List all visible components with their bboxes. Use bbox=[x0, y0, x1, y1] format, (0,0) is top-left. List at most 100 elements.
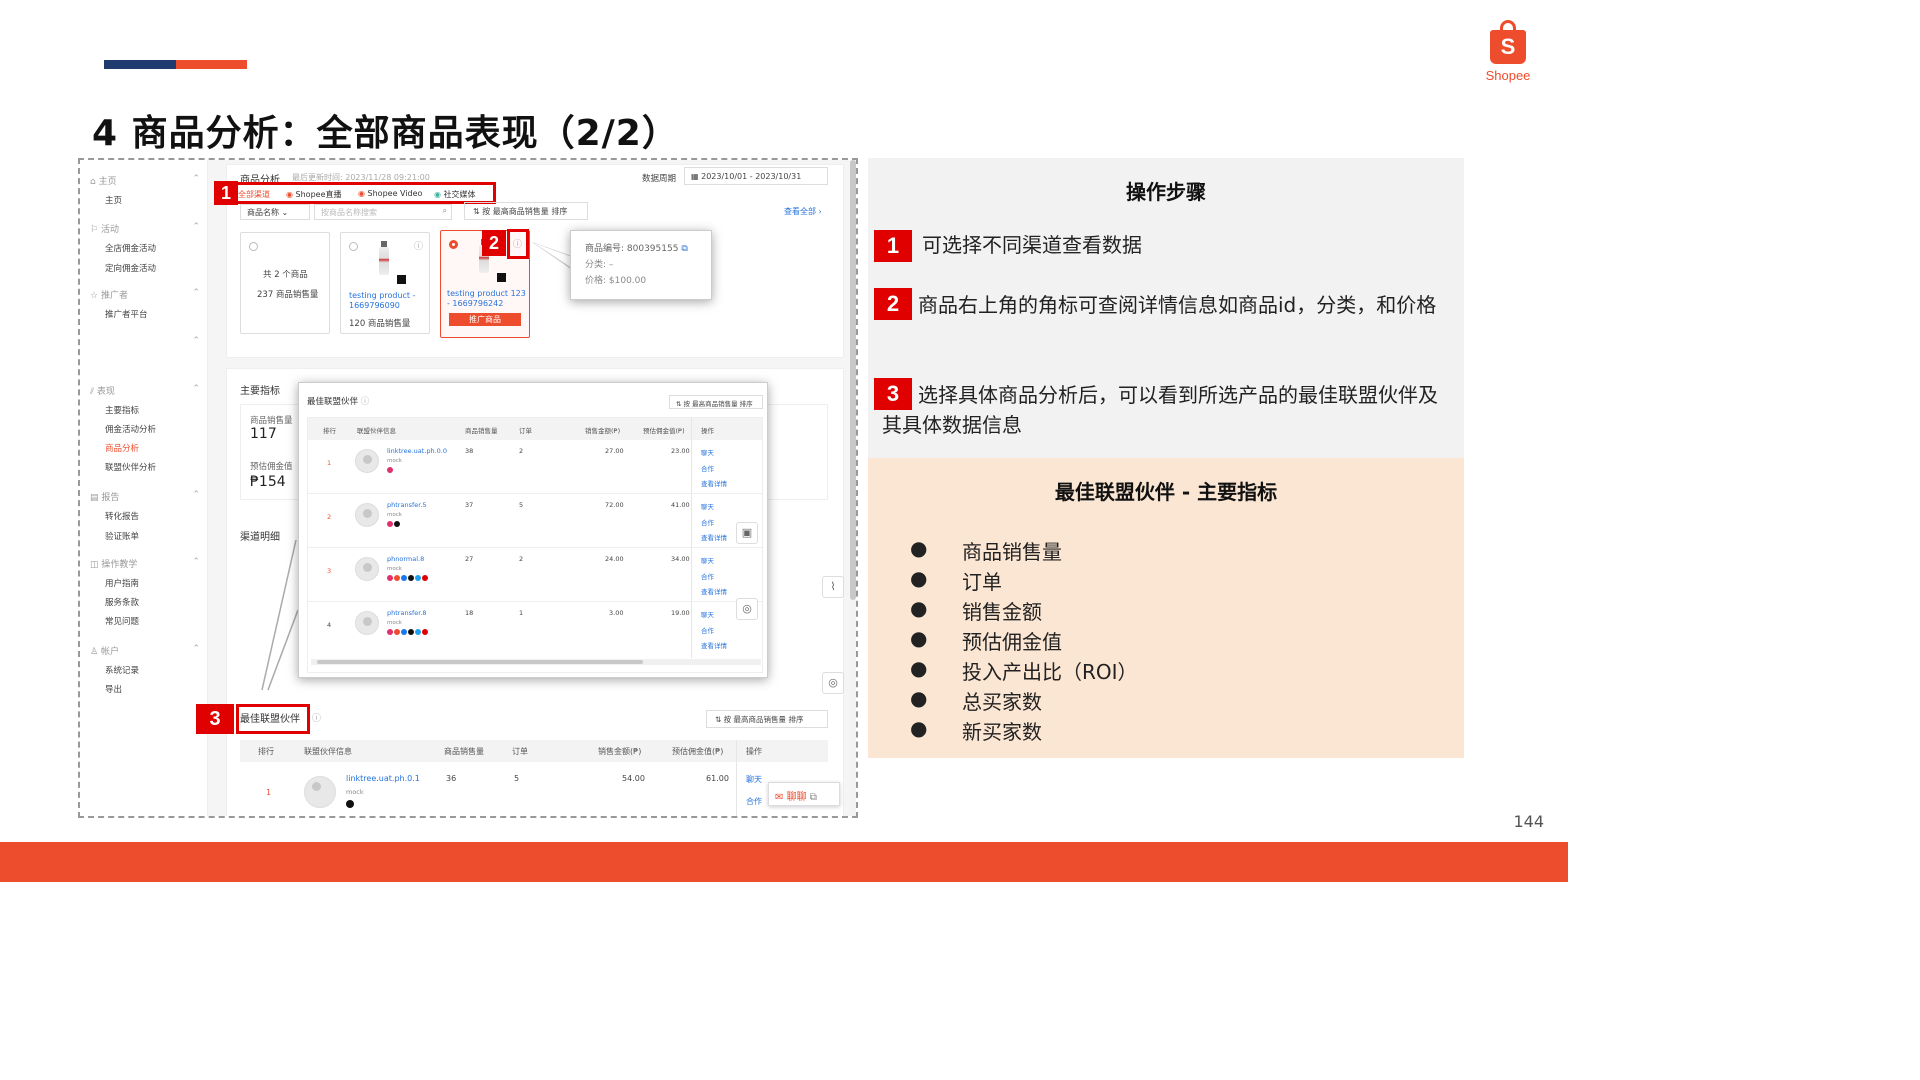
best-partner-sort-button[interactable]: ⇅ 按 最高商品销售量 排序 bbox=[706, 710, 828, 728]
detail-link[interactable]: 查看详情 bbox=[701, 532, 727, 542]
field-select[interactable]: 商品名称 ⌄ bbox=[240, 204, 310, 220]
sidebar-group-account[interactable]: ♙ 帐户 ⌃ bbox=[90, 644, 200, 657]
scrollbar-thumb[interactable] bbox=[317, 660, 643, 664]
popup-sort-button[interactable]: ⇅ 按 最高商品销售量 排序 bbox=[669, 395, 763, 409]
sidebar-group-report[interactable]: ▤ 报告 ⌃ bbox=[90, 490, 200, 503]
avatar bbox=[355, 611, 379, 635]
partner-name[interactable]: linktree.uat.ph.0.1 bbox=[346, 774, 420, 783]
cooperate-link[interactable]: 合作 bbox=[701, 571, 714, 581]
product-image-box bbox=[497, 273, 506, 282]
product-summary-card[interactable]: 共 2 个商品 237 商品销售量 bbox=[240, 232, 330, 334]
instagram-icon bbox=[387, 575, 393, 581]
sidebar-group-promoter[interactable]: ☆ 推广者 ⌃ bbox=[90, 288, 200, 301]
chart-icon[interactable]: ▣ bbox=[736, 522, 758, 544]
sales-label: 商品销售量 bbox=[250, 416, 293, 426]
product-radio-selected[interactable] bbox=[449, 240, 458, 249]
instagram-icon bbox=[387, 629, 393, 635]
chevron-up-icon: ⌃ bbox=[192, 174, 200, 184]
page-number: 144 bbox=[1513, 812, 1544, 831]
sidebar-item-terms[interactable]: 服务条款 bbox=[105, 596, 139, 608]
headset-icon[interactable]: ◎ bbox=[736, 598, 758, 620]
sidebar-group-tutorial[interactable]: ◫ 操作教学 ⌃ bbox=[90, 557, 200, 570]
sidebar-group-performance[interactable]: ⫽ 表现 ⌃ bbox=[90, 384, 200, 397]
info-icon[interactable]: ⓘ bbox=[513, 237, 522, 250]
sidebar-item-product-analysis[interactable]: 商品分析 bbox=[105, 442, 139, 454]
step-badge-1: 1 bbox=[874, 230, 912, 262]
product-analysis-screenshot: ⌂ 主页 ⌃ 主页 ⚐ 活动 ⌃ 全店佣金活动 定向佣金活动 ☆ 推广者 ⌃ 推广者平… bbox=[78, 158, 858, 818]
callout-badge-2: 2 bbox=[482, 230, 506, 256]
sidebar-group-campaign[interactable]: ⚐ 活动 ⌃ bbox=[90, 222, 200, 235]
sort-button[interactable]: ⇅ 按 最高商品销售量 排序 bbox=[464, 202, 588, 220]
promote-product-button[interactable]: 推广商品 bbox=[449, 313, 521, 326]
col-commission: 预估佣金值(₱) bbox=[643, 427, 685, 435]
help-icon[interactable]: ⓘ bbox=[312, 711, 321, 724]
sidebar-item-user-guide[interactable]: 用户指南 bbox=[105, 577, 139, 589]
detail-link[interactable]: 查看详情 bbox=[701, 478, 727, 488]
cooperate-link[interactable]: 合作 bbox=[701, 517, 714, 527]
sidebar-item-home[interactable]: 主页 bbox=[105, 194, 122, 206]
sidebar-item-export[interactable]: 导出 bbox=[105, 683, 122, 695]
cooperate-link[interactable]: 合作 bbox=[746, 796, 762, 807]
tiktok-icon bbox=[394, 521, 400, 527]
help-icon: ⓘ bbox=[360, 397, 370, 407]
chart-icon[interactable]: ⌇ bbox=[822, 576, 844, 598]
sidebar-item-shop-campaign[interactable]: 全店佣金活动 bbox=[105, 242, 156, 254]
tiktok-icon bbox=[346, 800, 354, 808]
sidebar-item-faq[interactable]: 常见问题 bbox=[105, 615, 139, 627]
chat-link[interactable]: 聊天 bbox=[701, 447, 714, 457]
sidebar-group-home[interactable]: ⌂ 主页 ⌃ bbox=[90, 174, 200, 187]
sidebar-item-promoter-platform[interactable]: 推广者平台 bbox=[105, 308, 148, 320]
vertical-scrollbar[interactable] bbox=[850, 160, 856, 816]
sidebar-item-campaign-analysis[interactable]: 佣金活动分析 bbox=[105, 423, 156, 435]
tiktok-icon bbox=[408, 575, 414, 581]
product-count: 共 2 个商品 bbox=[263, 270, 308, 280]
partner-name[interactable]: phtransfer.8 bbox=[387, 609, 427, 617]
date-range-picker[interactable]: ▦ 2023/10/01 - 2023/10/31 bbox=[684, 167, 828, 185]
col-rank: 排行 bbox=[323, 427, 336, 435]
detail-link[interactable]: 查看详情 bbox=[701, 586, 727, 596]
chevron-up-icon: ⌃ bbox=[192, 557, 200, 567]
partner-name[interactable]: phnormal.8 bbox=[387, 555, 424, 563]
sidebar-item-targeted-campaign[interactable]: 定向佣金活动 bbox=[105, 262, 156, 274]
sidebar-item-partner-analysis[interactable]: 联盟伙伴分析 bbox=[105, 461, 156, 473]
product-radio[interactable] bbox=[349, 242, 358, 251]
step-text-2: 商品右上角的角标可查阅详情信息如商品id，分类，和价格 bbox=[918, 293, 1437, 317]
product-sales: 120 商品销售量 bbox=[349, 319, 411, 329]
sidebar-item-billing[interactable]: 验证账单 bbox=[105, 530, 139, 542]
chat-floating-button[interactable]: ✉ 聊聊 ⧉ bbox=[768, 782, 840, 806]
partner-name[interactable]: phtransfer.5 bbox=[387, 501, 427, 509]
sidebar-item-system-log[interactable]: 系统记录 bbox=[105, 664, 139, 676]
product-category: 分类: – bbox=[585, 260, 614, 270]
cooperate-link[interactable]: 合作 bbox=[701, 463, 714, 473]
search-input[interactable]: 按商品名称搜索 ⌕ bbox=[314, 204, 452, 220]
product-radio[interactable] bbox=[249, 242, 258, 251]
chat-link[interactable]: 聊天 bbox=[746, 774, 762, 785]
main-metrics-title: 主要指标 bbox=[240, 386, 280, 397]
best-partner-zoom-popup: 最佳联盟伙伴 ⓘ ⇅ 按 最高商品销售量 排序 排行 联盟伙伴信息 商品销售量 … bbox=[298, 382, 768, 678]
facebook-icon bbox=[401, 629, 407, 635]
chevron-up-icon: ⌃ bbox=[192, 222, 200, 232]
partner-name[interactable]: linktree.uat.ph.0.0 bbox=[387, 447, 447, 455]
chevron-up-icon: ⌃ bbox=[192, 644, 200, 654]
scrollbar-thumb[interactable] bbox=[850, 160, 856, 600]
product-card-1[interactable]: ⓘ testing product - 1669796090 120 商品销售量 bbox=[340, 232, 430, 334]
twitter-icon bbox=[415, 575, 421, 581]
col-actions: 操作 bbox=[701, 427, 714, 435]
chat-link[interactable]: 聊天 bbox=[701, 555, 714, 565]
detail-link[interactable]: 查看详情 bbox=[701, 640, 727, 650]
youtube-icon bbox=[422, 575, 428, 581]
headset-icon[interactable]: ◎ bbox=[822, 672, 844, 694]
logo-text: Shopee bbox=[1485, 68, 1531, 83]
horizontal-scrollbar[interactable] bbox=[311, 659, 761, 665]
view-all-link[interactable]: 查看全部 › bbox=[784, 206, 822, 217]
sidebar-item-conversion-report[interactable]: 转化报告 bbox=[105, 510, 139, 522]
chat-link[interactable]: 聊天 bbox=[701, 501, 714, 511]
cooperate-link[interactable]: 合作 bbox=[701, 625, 714, 635]
product-name[interactable]: testing product 123 - 1669796242 bbox=[447, 289, 529, 309]
chat-link[interactable]: 聊天 bbox=[701, 609, 714, 619]
product-name[interactable]: testing product - 1669796090 bbox=[349, 291, 427, 311]
sidebar-item-key-metrics[interactable]: 主要指标 bbox=[105, 404, 139, 416]
avatar bbox=[304, 776, 336, 808]
info-icon[interactable]: ⓘ bbox=[414, 239, 423, 252]
popup-title: 最佳联盟伙伴 ⓘ bbox=[307, 397, 370, 407]
